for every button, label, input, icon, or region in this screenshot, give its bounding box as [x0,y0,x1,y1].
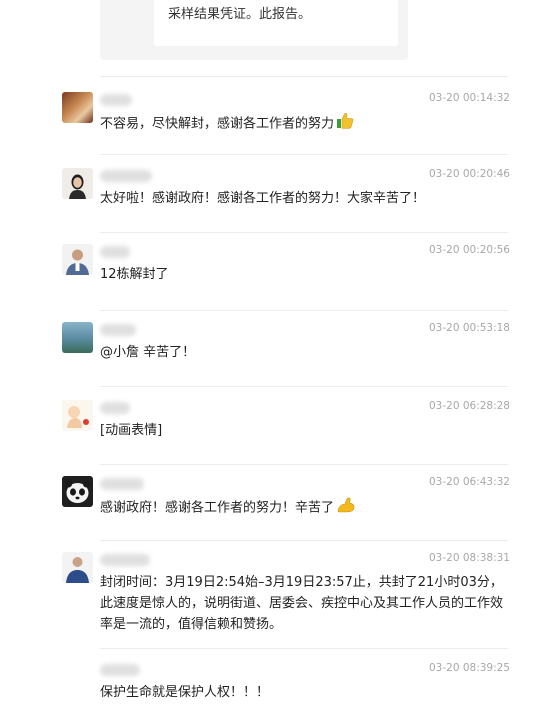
divider [100,154,508,155]
avatar[interactable] [62,92,93,123]
comment-item: 03-20 08:38:31 封闭时间：3月19日2:54始–3月19日23:5… [62,552,510,640]
username-blurred[interactable] [100,170,152,182]
timestamp: 03-20 06:28:28 [428,400,510,412]
timestamp: 03-20 00:20:46 [428,168,510,180]
username-blurred[interactable] [100,324,136,336]
comment-item: 03-20 08:39:25 保护生命就是保护人权！！！ [62,662,510,706]
username-blurred[interactable] [100,664,140,676]
quoted-message-body: 采样结果凭证。此报告。 [154,0,398,46]
avatar[interactable] [62,400,93,431]
timestamp: 03-20 08:38:31 [428,552,510,564]
username-blurred[interactable] [100,554,150,566]
timestamp: 03-20 08:39:25 [428,662,510,674]
comment-item: 03-20 00:14:32 不容易，尽快解封，感谢各工作者的努力 [62,92,510,132]
username-blurred[interactable] [100,478,144,490]
quoted-message-text: 采样结果凭证。此报告。 [168,7,312,22]
comment-text: 不容易，尽快解封，感谢各工作者的努力 [100,112,508,136]
timestamp: 03-20 00:14:32 [428,92,510,104]
comment-item: 03-20 06:28:28 [动画表情] [62,400,510,444]
comment-item: 03-20 00:53:18 @小詹 辛苦了！ [62,322,510,366]
divider [100,386,508,387]
comment-text: 太好啦！感谢政府！感谢各工作者的努力！大家辛苦了！ [100,191,426,206]
avatar[interactable] [62,168,93,199]
comment-text: [动画表情] [100,423,163,438]
avatar[interactable] [62,552,93,583]
comment-text: 保护生命就是保护人权！！！ [100,685,270,700]
divider [100,76,508,77]
username-blurred[interactable] [100,246,130,258]
comment-item: 03-20 00:20:46 太好啦！感谢政府！感谢各工作者的努力！大家辛苦了！ [62,168,510,212]
divider [100,232,508,233]
username-blurred[interactable] [100,94,132,106]
comment-item: 03-20 00:20:56 12栋解封了 [62,244,510,288]
strong-arm-icon [336,496,356,520]
divider [100,648,508,649]
avatar[interactable] [62,244,93,275]
thumbs-up-icon [336,112,354,136]
timestamp: 03-20 00:20:56 [428,244,510,256]
divider [100,310,508,311]
username-blurred[interactable] [100,402,130,414]
divider [100,540,508,541]
comment-text: 封闭时间：3月19日2:54始–3月19日23:57止，共封了21小时03分，此… [100,575,504,632]
timestamp: 03-20 00:53:18 [428,322,510,334]
comment-text: 感谢政府！感谢各工作者的努力！辛苦了 [100,496,508,520]
comment-text: 12栋解封了 [100,267,169,282]
divider [100,464,508,465]
timestamp: 03-20 06:43:32 [428,476,510,488]
avatar[interactable] [62,322,93,353]
comment-text: @小詹 辛苦了！ [100,345,196,360]
quoted-message-card: 采样结果凭证。此报告。 [100,0,408,60]
avatar[interactable] [62,476,93,507]
comment-item: 03-20 06:43:32 感谢政府！感谢各工作者的努力！辛苦了 [62,476,510,520]
